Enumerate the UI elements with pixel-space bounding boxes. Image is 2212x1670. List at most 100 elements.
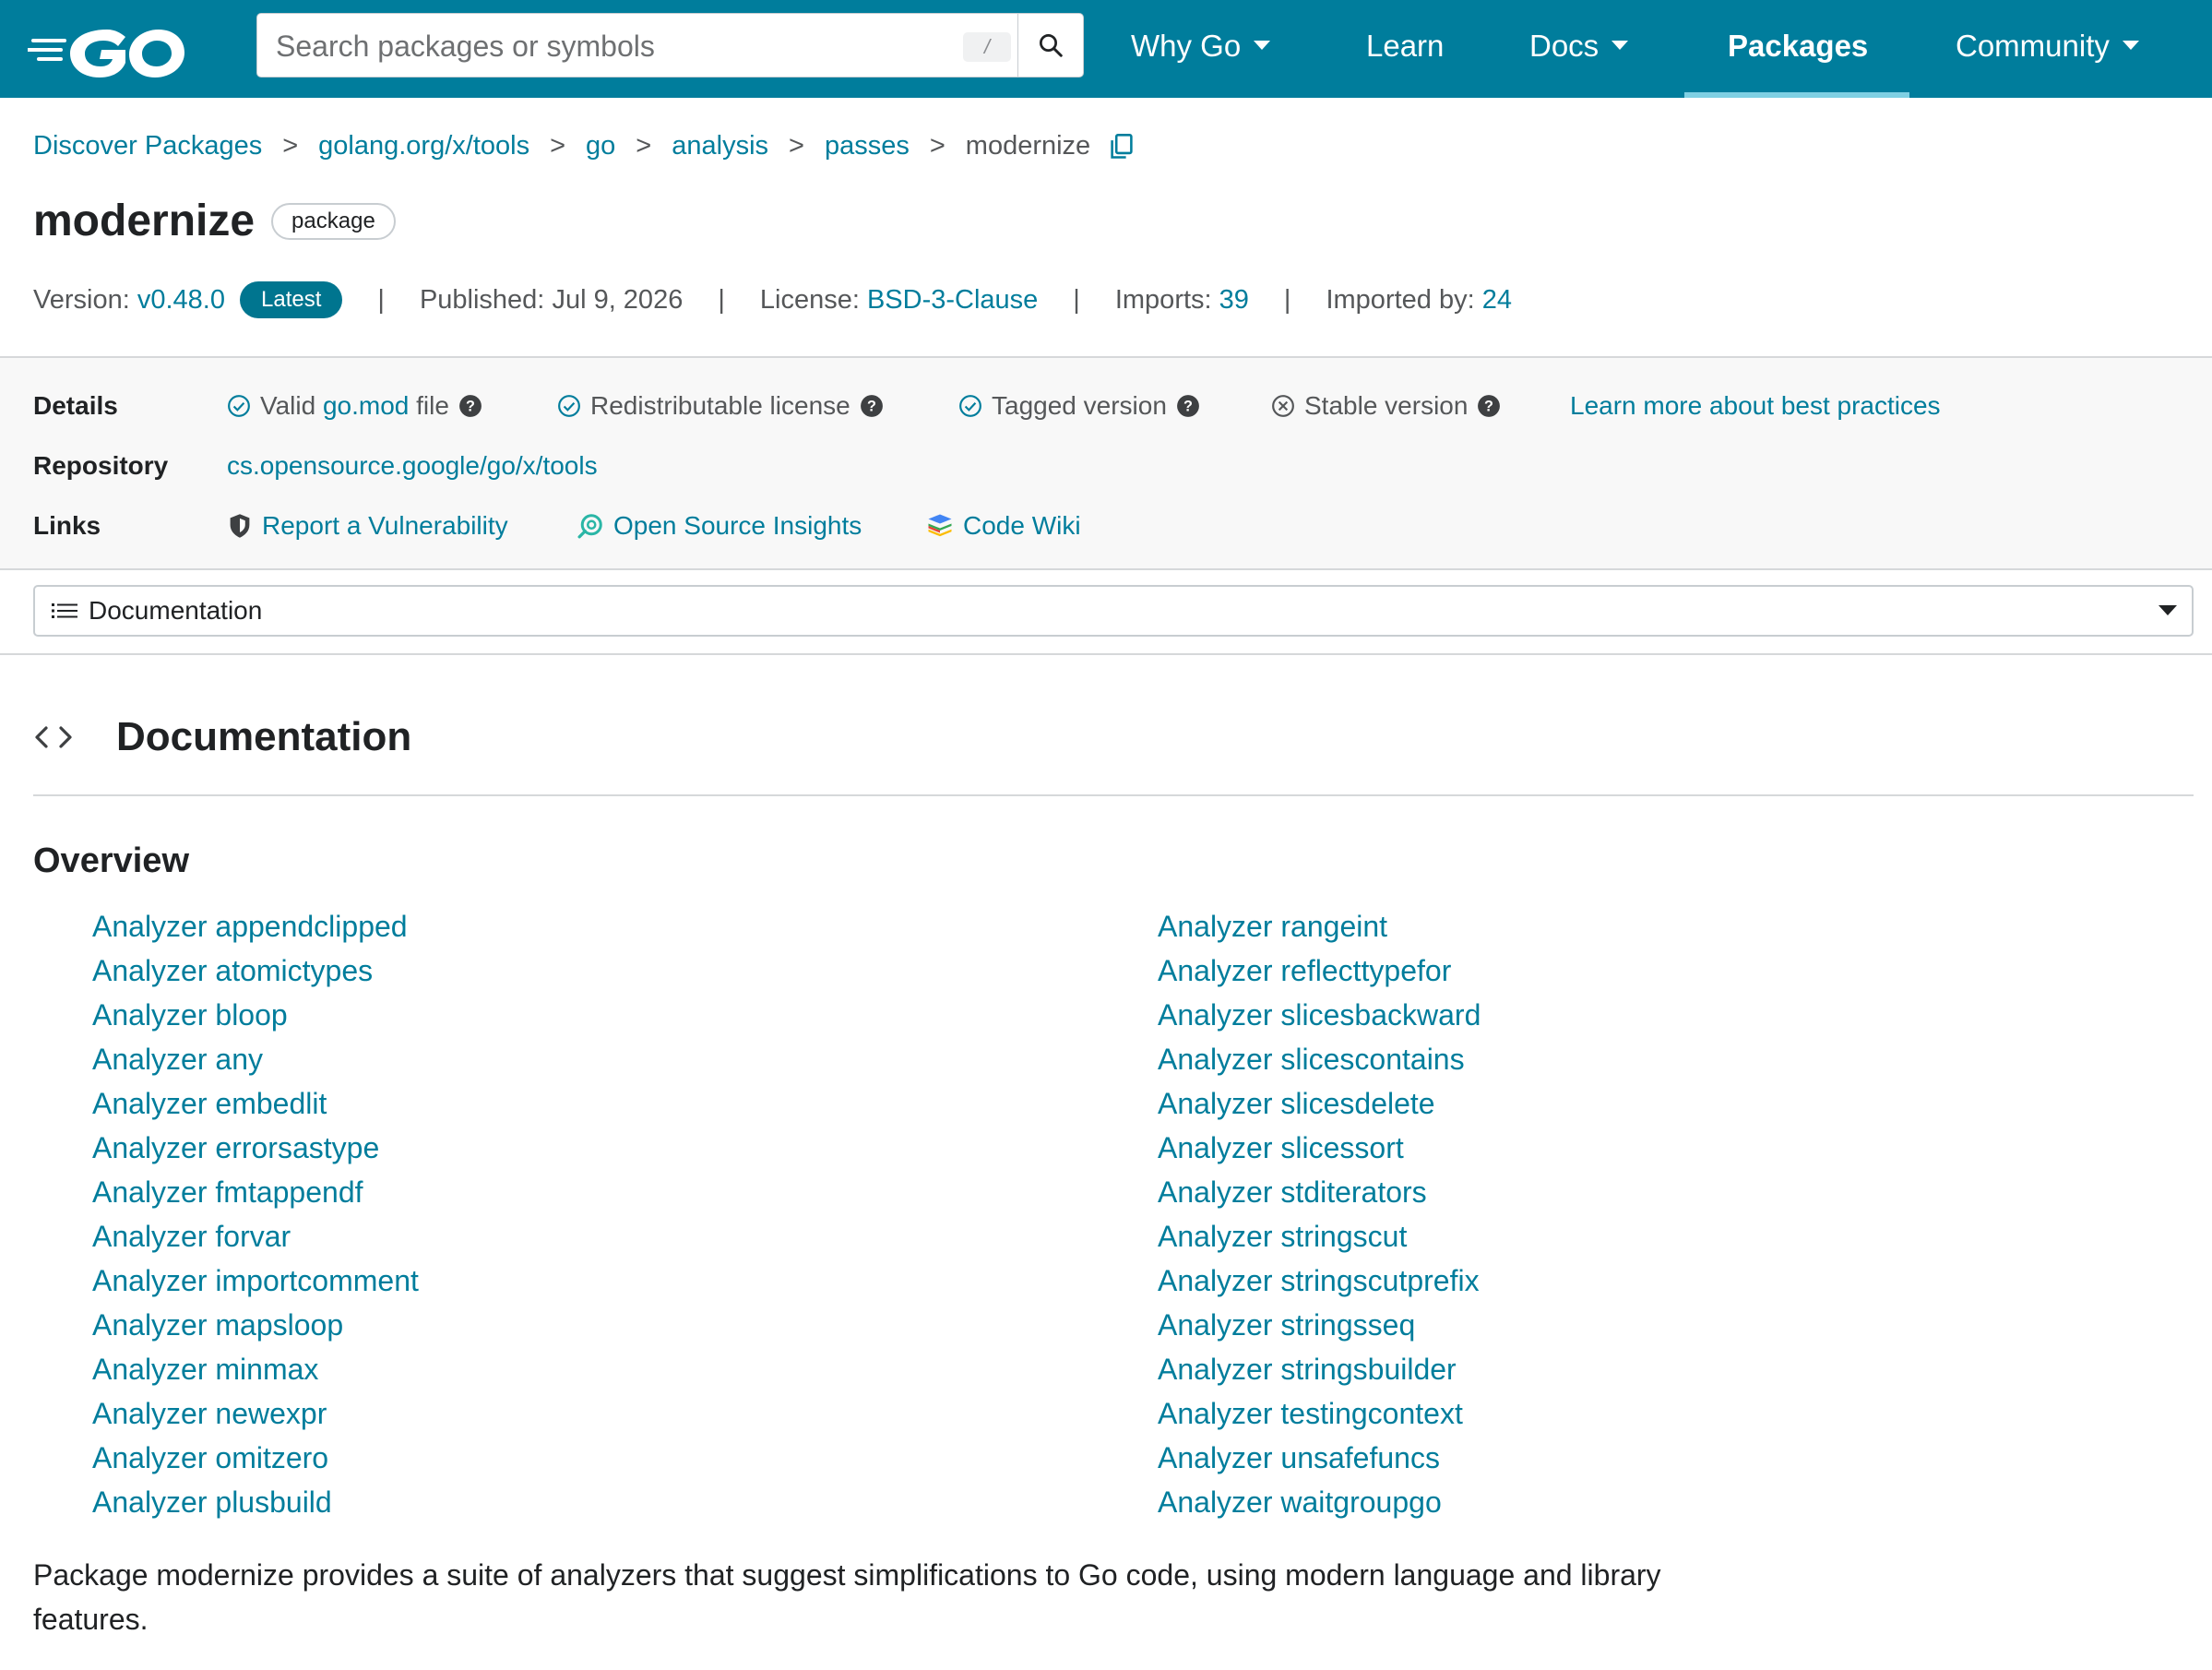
analyzer-link[interactable]: Analyzer minmax — [92, 1347, 419, 1391]
analyzer-link[interactable]: Analyzer plusbuild — [92, 1480, 419, 1524]
insights-icon — [577, 514, 602, 539]
open-source-insights-label: Open Source Insights — [613, 511, 862, 540]
chevron-down-icon — [2122, 41, 2139, 51]
nav-docs-label: Docs — [1529, 29, 1600, 63]
analyzer-link[interactable]: Analyzer omitzero — [92, 1436, 419, 1480]
check-redistributable-label: Redistributable license — [590, 391, 850, 420]
help-icon[interactable]: ? — [860, 394, 884, 418]
svg-text:?: ? — [466, 398, 475, 414]
jump-to-select[interactable]: Documentation — [33, 585, 2194, 637]
open-source-insights-link[interactable]: Open Source Insights — [577, 511, 862, 541]
analyzer-link[interactable]: Analyzer slicessort — [1158, 1126, 1481, 1170]
check-valid-pre: Valid — [260, 391, 323, 420]
analyzer-link[interactable]: Analyzer slicesdelete — [1158, 1081, 1481, 1126]
nav-docs[interactable]: Docs — [1529, 0, 1629, 98]
copy-path-button[interactable] — [1109, 133, 1135, 161]
help-icon[interactable]: ? — [1176, 394, 1200, 418]
nav-community-label: Community — [1956, 29, 2110, 63]
divider — [0, 568, 2212, 570]
repository-row: Repository cs.opensource.google/go/x/too… — [33, 447, 2194, 484]
search-input[interactable] — [274, 14, 997, 78]
package-description: Package modernize provides a suite of an… — [33, 1558, 1661, 1636]
analyzer-link[interactable]: Analyzer reflecttypefor — [1158, 948, 1481, 993]
nav-learn[interactable]: Learn — [1366, 0, 1444, 98]
search-button[interactable] — [1017, 14, 1083, 77]
analyzer-link[interactable]: Analyzer testingcontext — [1158, 1391, 1481, 1436]
chevron-down-icon — [2158, 605, 2177, 615]
breadcrumb-separator: > — [282, 131, 299, 161]
analyzer-link[interactable]: Analyzer slicesbackward — [1158, 993, 1481, 1037]
imports-link[interactable]: 39 — [1219, 285, 1249, 316]
learn-more-link[interactable]: Learn more about best practices — [1570, 391, 1941, 421]
nav-learn-label: Learn — [1366, 29, 1445, 63]
code-wiki-link[interactable]: Code Wiki — [926, 511, 1081, 541]
top-nav: / Why Go Learn Docs Packages Community — [0, 0, 2212, 98]
svg-text:?: ? — [1183, 398, 1193, 414]
check-tagged: Tagged version ? — [958, 391, 1200, 421]
analyzer-link[interactable]: Analyzer unsafefuncs — [1158, 1436, 1481, 1480]
search-shortcut-hint: / — [963, 32, 1011, 62]
report-vulnerability-link[interactable]: Report a Vulnerability — [227, 511, 508, 541]
repository-label: Repository — [33, 451, 169, 480]
analyzer-link[interactable]: Analyzer stringscut — [1158, 1214, 1481, 1258]
analyzer-link[interactable]: Analyzer stditerators — [1158, 1170, 1481, 1214]
analyzer-link[interactable]: Analyzer errorsastype — [92, 1126, 419, 1170]
published-date: Jul 9, 2026 — [552, 284, 684, 315]
divider — [33, 794, 2194, 796]
analyzer-link[interactable]: Analyzer any — [92, 1037, 419, 1081]
version-label: Version: — [33, 284, 130, 315]
nav-community[interactable]: Community — [1956, 0, 2139, 98]
breadcrumb-current: modernize — [965, 131, 1091, 161]
analyzer-link[interactable]: Analyzer embedlit — [92, 1081, 419, 1126]
gomod-link[interactable]: go.mod — [323, 391, 409, 421]
analyzer-link[interactable]: Analyzer stringsbuilder — [1158, 1347, 1481, 1391]
nav-packages[interactable]: Packages — [1728, 0, 1868, 98]
breadcrumb-separator: > — [789, 131, 804, 161]
analyzer-link[interactable]: Analyzer waitgroupgo — [1158, 1480, 1481, 1524]
breadcrumb-tools[interactable]: golang.org/x/tools — [318, 131, 529, 161]
jump-to-selected: Documentation — [89, 596, 263, 625]
title-row: modernize package — [33, 196, 396, 246]
breadcrumb-go[interactable]: go — [586, 131, 615, 161]
shield-icon — [230, 514, 250, 538]
analyzer-link[interactable]: Analyzer newexpr — [92, 1391, 419, 1436]
analyzer-link[interactable]: Analyzer appendclipped — [92, 904, 419, 948]
chevron-down-icon — [1611, 41, 1629, 51]
breadcrumb-analysis[interactable]: analysis — [672, 131, 768, 161]
overview-heading: Overview — [33, 841, 189, 880]
breadcrumb-discover-packages[interactable]: Discover Packages — [33, 131, 262, 161]
package-meta: Version: v0.48.0 Latest | Published: Jul… — [33, 281, 1512, 318]
analyzer-link[interactable]: Analyzer atomictypes — [92, 948, 419, 993]
documentation-heading: Documentation — [33, 714, 411, 760]
help-icon[interactable]: ? — [458, 394, 482, 418]
analyzer-link[interactable]: Analyzer rangeint — [1158, 904, 1481, 948]
analyzer-link[interactable]: Analyzer bloop — [92, 993, 419, 1037]
breadcrumb-separator: > — [929, 131, 945, 161]
meta-divider: | — [1073, 284, 1080, 315]
page-title: modernize — [33, 197, 256, 245]
list-icon — [52, 601, 79, 621]
analyzer-link[interactable]: Analyzer slicescontains — [1158, 1037, 1481, 1081]
check-valid-gomod: Valid go.mod file ? — [227, 391, 482, 421]
analyzer-link[interactable]: Analyzer importcomment — [92, 1258, 419, 1303]
license-link[interactable]: BSD-3-Clause — [867, 285, 1038, 316]
meta-divider: | — [1283, 284, 1291, 315]
imported-by-link[interactable]: 24 — [1482, 285, 1512, 316]
documentation-title: Documentation — [116, 714, 412, 759]
analyzer-link[interactable]: Analyzer stringscutprefix — [1158, 1258, 1481, 1303]
go-logo[interactable] — [28, 13, 194, 85]
help-icon[interactable]: ? — [1477, 394, 1501, 418]
analyzer-link[interactable]: Analyzer mapsloop — [92, 1303, 419, 1347]
analyzer-link[interactable]: Analyzer stringsseq — [1158, 1303, 1481, 1347]
nav-why-go[interactable]: Why Go — [1131, 0, 1271, 98]
cancel-circle-icon — [1272, 395, 1294, 417]
analyzer-link[interactable]: Analyzer forvar — [92, 1214, 419, 1258]
analyzer-link[interactable]: Analyzer fmtappendf — [92, 1170, 419, 1214]
check-tagged-label: Tagged version — [992, 391, 1167, 420]
code-brackets-icon — [35, 726, 72, 748]
repository-link[interactable]: cs.opensource.google/go/x/tools — [227, 451, 598, 481]
nav-packages-label: Packages — [1728, 29, 1869, 63]
version-link[interactable]: v0.48.0 — [137, 285, 225, 316]
breadcrumb-passes[interactable]: passes — [825, 131, 910, 161]
latest-badge[interactable]: Latest — [240, 281, 343, 318]
